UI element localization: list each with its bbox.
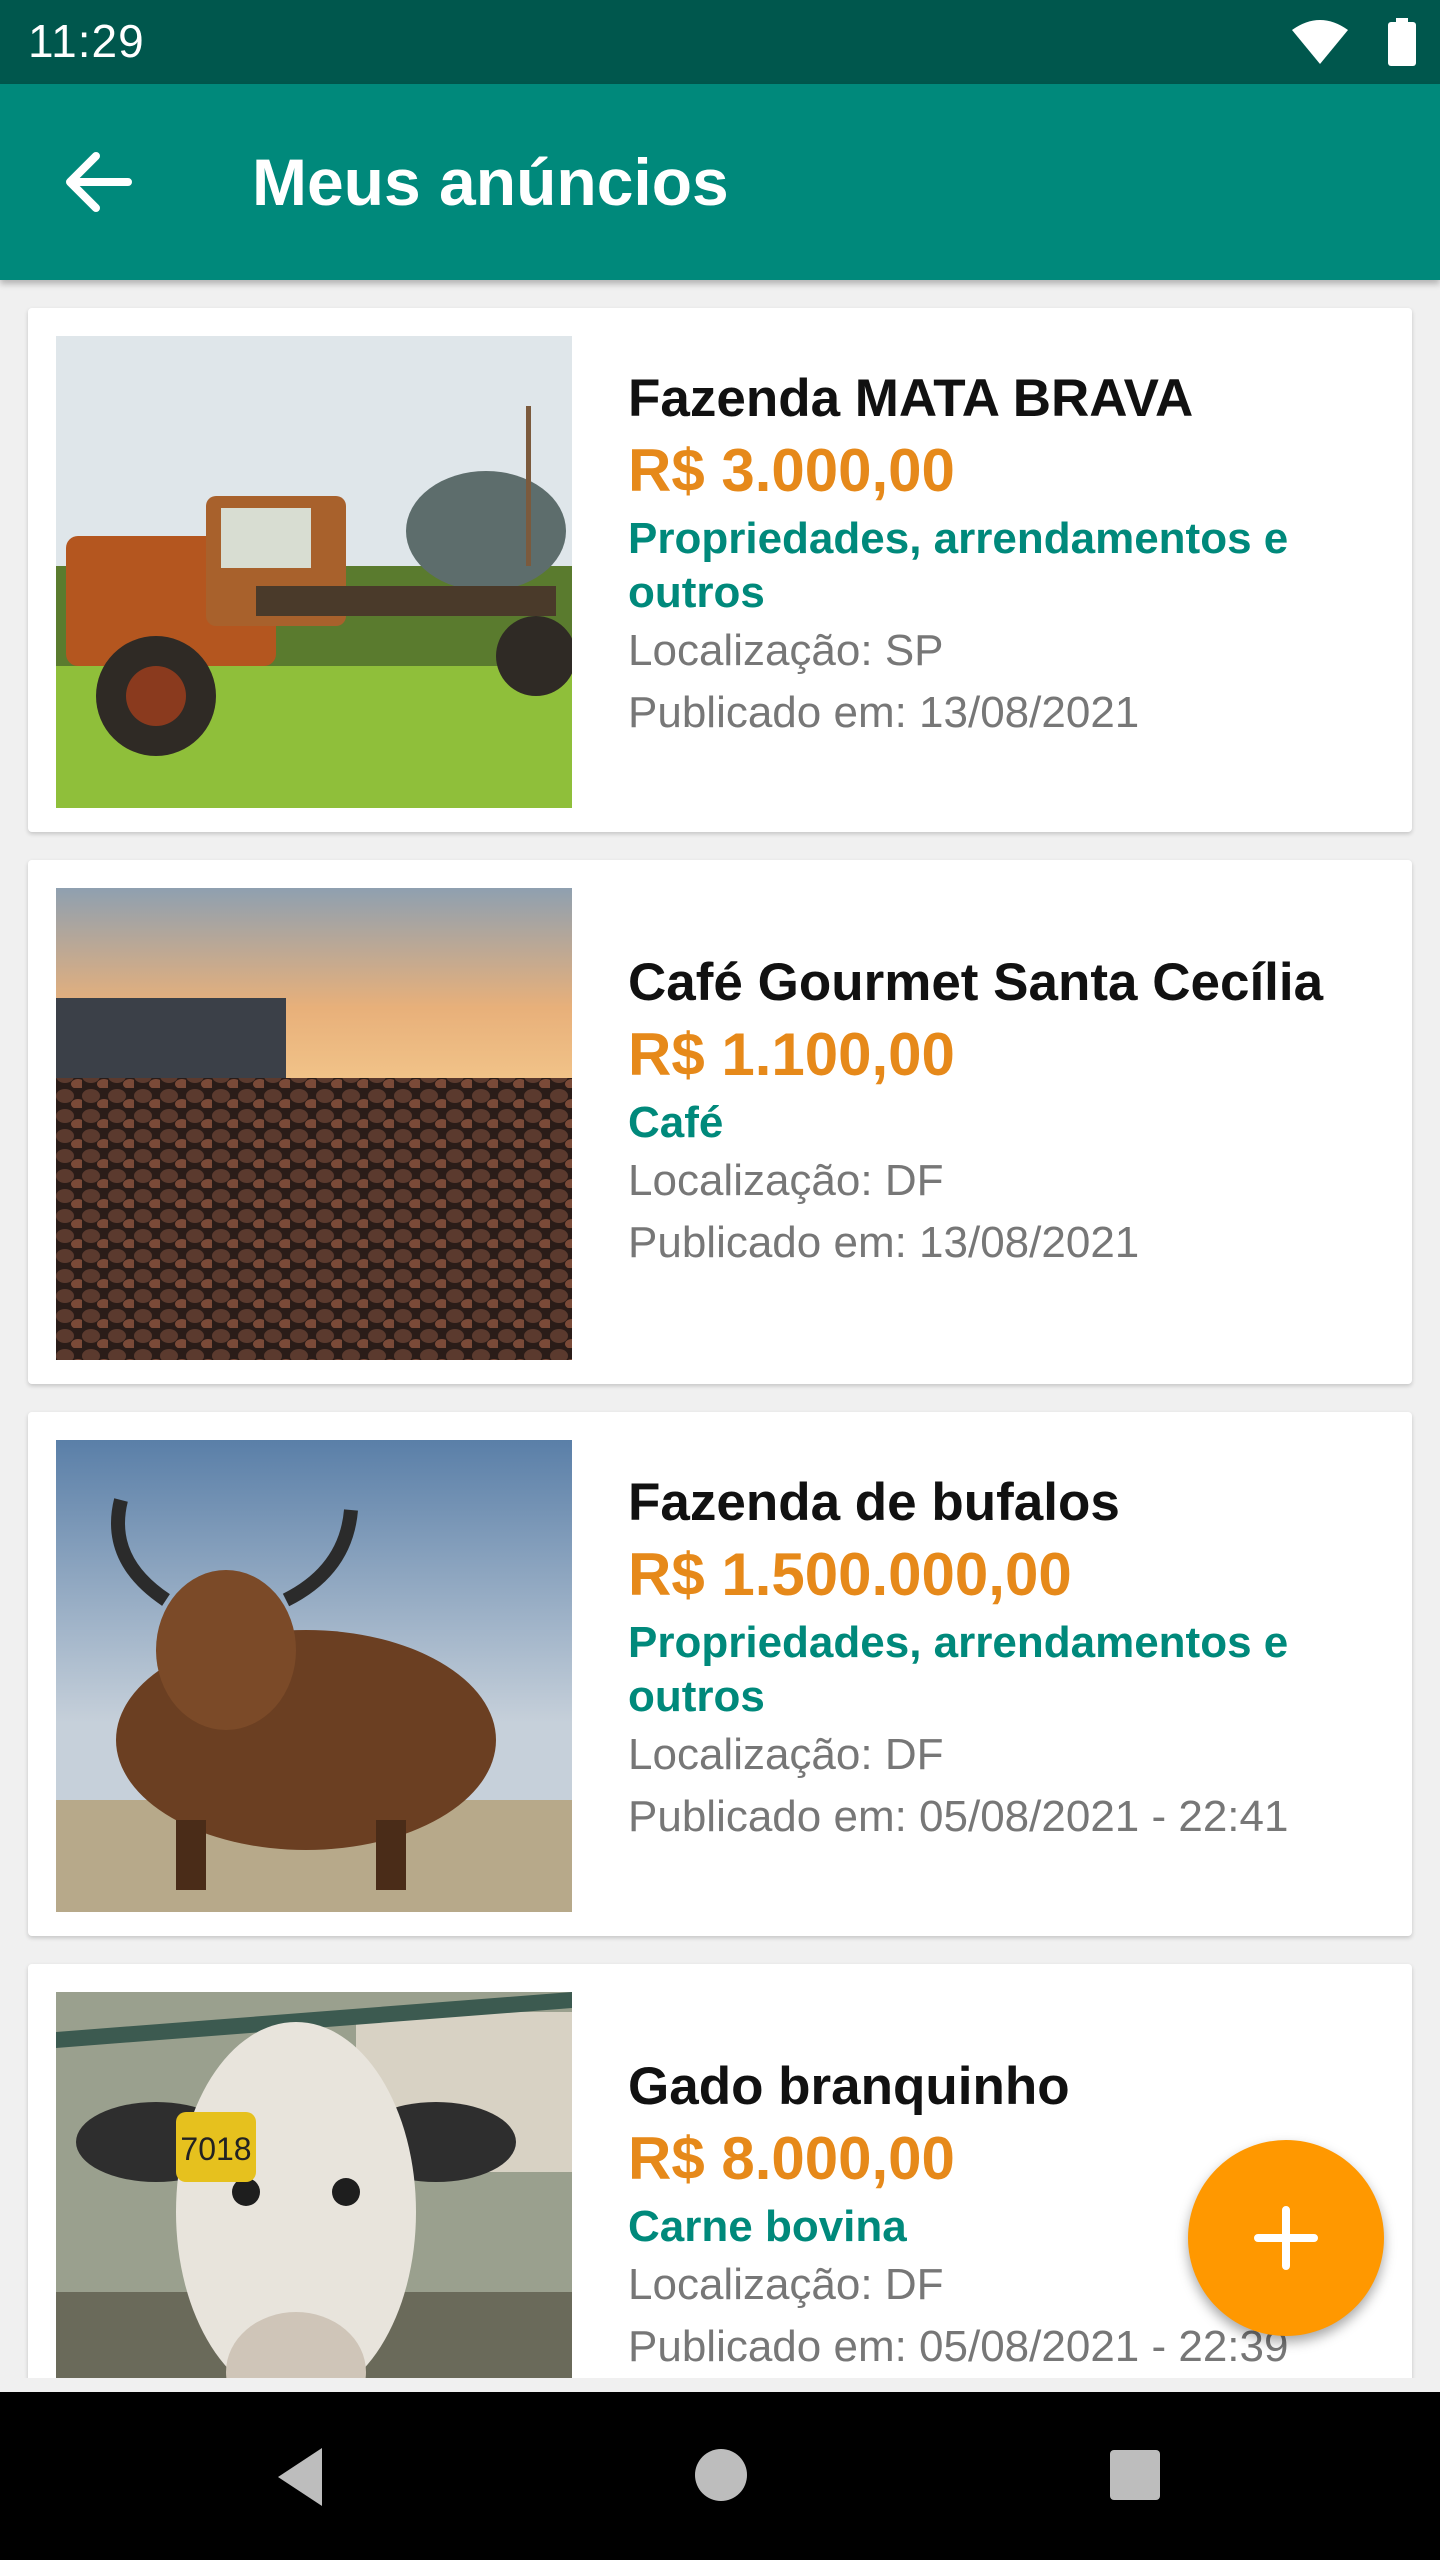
highland-bull-photo	[56, 1440, 572, 1912]
recents-square-icon[interactable]	[1108, 2448, 1162, 2502]
arrow-back-icon	[66, 152, 132, 212]
status-bar: 11:29	[0, 0, 1440, 84]
listing-published-date: Publicado em: 05/08/2021 - 22:41	[628, 1792, 1289, 1841]
page-title: Meus anúncios	[252, 145, 729, 219]
listing-info: Fazenda MATA BRAVA R$ 3.000,00 Proprieda…	[628, 368, 1388, 744]
add-listing-button[interactable]	[1188, 2140, 1384, 2336]
listing-title: Café Gourmet Santa Cecília	[628, 953, 1324, 1012]
wifi-icon	[1292, 20, 1348, 64]
listing-card[interactable]: Café Gourmet Santa Cecília R$ 1.100,00 C…	[28, 860, 1412, 1384]
listing-info: Café Gourmet Santa Cecília R$ 1.100,00 C…	[628, 952, 1388, 1274]
app-bar: Meus anúncios	[0, 84, 1440, 280]
listing-image: 7018	[56, 1992, 572, 2378]
listing-price: R$ 1.500.000,00	[628, 1541, 1072, 1608]
listing-category: Café	[628, 1098, 724, 1147]
listing-card[interactable]: 7018 Gado branquinho R$ 8.000,00 Carne b…	[28, 1964, 1412, 2378]
status-icons	[1292, 18, 1416, 66]
listing-image	[56, 1440, 572, 1912]
listing-title: Fazenda de bufalos	[628, 1473, 1120, 1532]
listing-title: Gado branquinho	[628, 2057, 1070, 2116]
listing-location: Localização: SP	[628, 626, 944, 675]
listing-info: Fazenda de bufalos R$ 1.500.000,00 Propr…	[628, 1472, 1388, 1848]
listing-location: Localização: DF	[628, 1730, 944, 1779]
back-triangle-icon[interactable]	[272, 2446, 332, 2508]
listing-published-date: Publicado em: 13/08/2021	[628, 688, 1140, 737]
listing-published-date: Publicado em: 13/08/2021	[628, 1218, 1140, 1267]
listing-card[interactable]: Fazenda de bufalos R$ 1.500.000,00 Propr…	[28, 1412, 1412, 1936]
coffee-beans-photo	[56, 888, 572, 1360]
listing-category: Propriedades, arrendamentos e outros	[628, 1618, 1289, 1721]
listing-title: Fazenda MATA BRAVA	[628, 369, 1194, 428]
battery-icon	[1388, 18, 1416, 66]
listing-card[interactable]: Fazenda MATA BRAVA R$ 3.000,00 Proprieda…	[28, 308, 1412, 832]
ear-tag-text: 7018	[180, 2131, 251, 2167]
plus-icon	[1254, 2206, 1318, 2270]
white-calf-photo: 7018	[56, 1992, 572, 2378]
listing-price: R$ 3.000,00	[628, 437, 955, 504]
system-navigation-bar	[0, 2392, 1440, 2560]
home-circle-icon[interactable]	[694, 2448, 748, 2502]
listings-list[interactable]: Fazenda MATA BRAVA R$ 3.000,00 Proprieda…	[0, 280, 1440, 2378]
listing-image	[56, 336, 572, 808]
listing-category: Propriedades, arrendamentos e outros	[628, 514, 1289, 617]
old-rusty-truck-photo	[56, 336, 572, 808]
listing-image	[56, 888, 572, 1360]
listing-price: R$ 1.100,00	[628, 1021, 955, 1088]
listing-location: Localização: DF	[628, 1156, 944, 1205]
back-button[interactable]	[58, 142, 138, 222]
status-time: 11:29	[28, 15, 145, 67]
